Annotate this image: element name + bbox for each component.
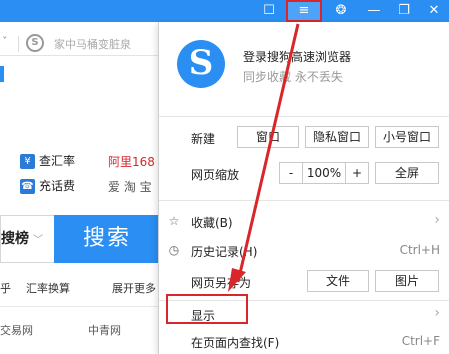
zoom-out-button[interactable]: - <box>279 162 303 184</box>
menu-item-label: 收藏(B) <box>191 216 233 230</box>
service-label: 查汇率 <box>39 154 76 168</box>
sync-hint: 同步收藏 永不丢失 <box>243 70 343 84</box>
clock-icon: ◷ <box>168 243 180 257</box>
star-icon: ☆ <box>168 214 180 228</box>
search-type-label: 搜榜 <box>1 231 29 247</box>
restore-icon[interactable]: ❐ <box>391 1 417 21</box>
site-link[interactable]: 交易网 <box>0 322 33 338</box>
quick-link-exchange[interactable]: 汇率换算 <box>26 280 70 296</box>
sidebar-toggle-icon[interactable]: ☐ <box>256 1 282 21</box>
shortcut-label: Ctrl+F <box>401 334 440 348</box>
menu-item-favorites[interactable]: ☆ 收藏(B) › <box>159 208 449 236</box>
skin-icon[interactable]: ❂ <box>328 1 354 21</box>
divider <box>159 116 449 117</box>
sogou-browser-logo[interactable]: S <box>177 40 225 88</box>
minimize-icon[interactable]: — <box>361 1 387 21</box>
menu-item-label: 历史记录(H) <box>191 245 258 259</box>
new-window-button[interactable]: 窗口 <box>237 126 299 148</box>
service-label: 爱 淘 宝 <box>108 180 152 194</box>
service-exchange-rate[interactable]: ¥ 查汇率 <box>20 152 75 170</box>
site-link[interactable]: 中青网 <box>88 322 121 338</box>
address-bar[interactable]: ˇ S 家中马桶变脏泉 <box>0 32 158 56</box>
login-link[interactable]: 登录搜狗高速浏览器 <box>243 48 351 65</box>
save-image-button[interactable]: 图片 <box>375 270 439 292</box>
accent-mark <box>0 66 4 82</box>
zoom-label: 网页缩放 <box>191 168 240 182</box>
quick-link-more[interactable]: 展开更多 <box>112 280 156 296</box>
chevron-right-icon: › <box>434 305 440 321</box>
service-aitaobao[interactable]: 爱 淘 宝 <box>108 178 152 196</box>
zoom-in-button[interactable]: + <box>345 162 369 184</box>
divider <box>18 36 19 52</box>
search-button[interactable]: 搜索 <box>54 215 158 263</box>
service-recharge[interactable]: ☎ 充话费 <box>20 177 75 195</box>
browser-page: ˇ S 家中马桶变脏泉 ¥ 查汇率 ☎ 充话费 阿里168 爱 淘 宝 搜榜 ﹀ 搜索… <box>0 22 158 354</box>
service-label: 阿里168 <box>108 155 155 169</box>
menu-item-find[interactable]: 在页面内查找(F) Ctrl+F <box>159 328 449 354</box>
chevron-down-icon: ﹀ <box>33 235 43 246</box>
divider <box>159 200 449 201</box>
sogou-logo-icon: S <box>26 34 44 52</box>
dropdown-icon[interactable]: ˇ <box>2 35 8 48</box>
save-as-label: 网页另存为 <box>191 276 252 290</box>
chevron-right-icon: › <box>434 212 440 228</box>
phone-icon: ☎ <box>20 179 35 194</box>
address-placeholder: 家中马桶变脏泉 <box>54 38 131 51</box>
menu-icon: ≡ <box>298 3 310 18</box>
title-bar: ☐ ≡ ❂ — ❐ ✕ <box>0 0 449 22</box>
currency-icon: ¥ <box>20 154 35 169</box>
service-label: 充话费 <box>39 179 76 193</box>
new-label: 新建 <box>191 132 216 146</box>
service-alibaba[interactable]: 阿里168 <box>108 153 155 171</box>
shortcut-label: Ctrl+H <box>399 243 440 257</box>
menu-button[interactable]: ≡ <box>286 0 322 22</box>
search-type-select[interactable]: 搜榜 ﹀ <box>0 215 54 263</box>
menu-item-label: 在页面内查找(F) <box>191 336 280 350</box>
close-icon[interactable]: ✕ <box>421 1 447 21</box>
zoom-value: 100% <box>302 162 346 184</box>
save-file-button[interactable]: 文件 <box>307 270 369 292</box>
new-private-window-button[interactable]: 隐私窗口 <box>305 126 369 148</box>
search-bar: 搜榜 ﹀ 搜索 <box>0 215 158 263</box>
quick-link[interactable]: 乎 <box>0 280 11 296</box>
new-alt-window-button[interactable]: 小号窗口 <box>375 126 439 148</box>
display-highlight-box <box>166 294 248 324</box>
fullscreen-button[interactable]: 全屏 <box>375 162 439 184</box>
divider <box>0 306 158 307</box>
menu-item-history[interactable]: ◷ 历史记录(H) Ctrl+H <box>159 237 449 265</box>
